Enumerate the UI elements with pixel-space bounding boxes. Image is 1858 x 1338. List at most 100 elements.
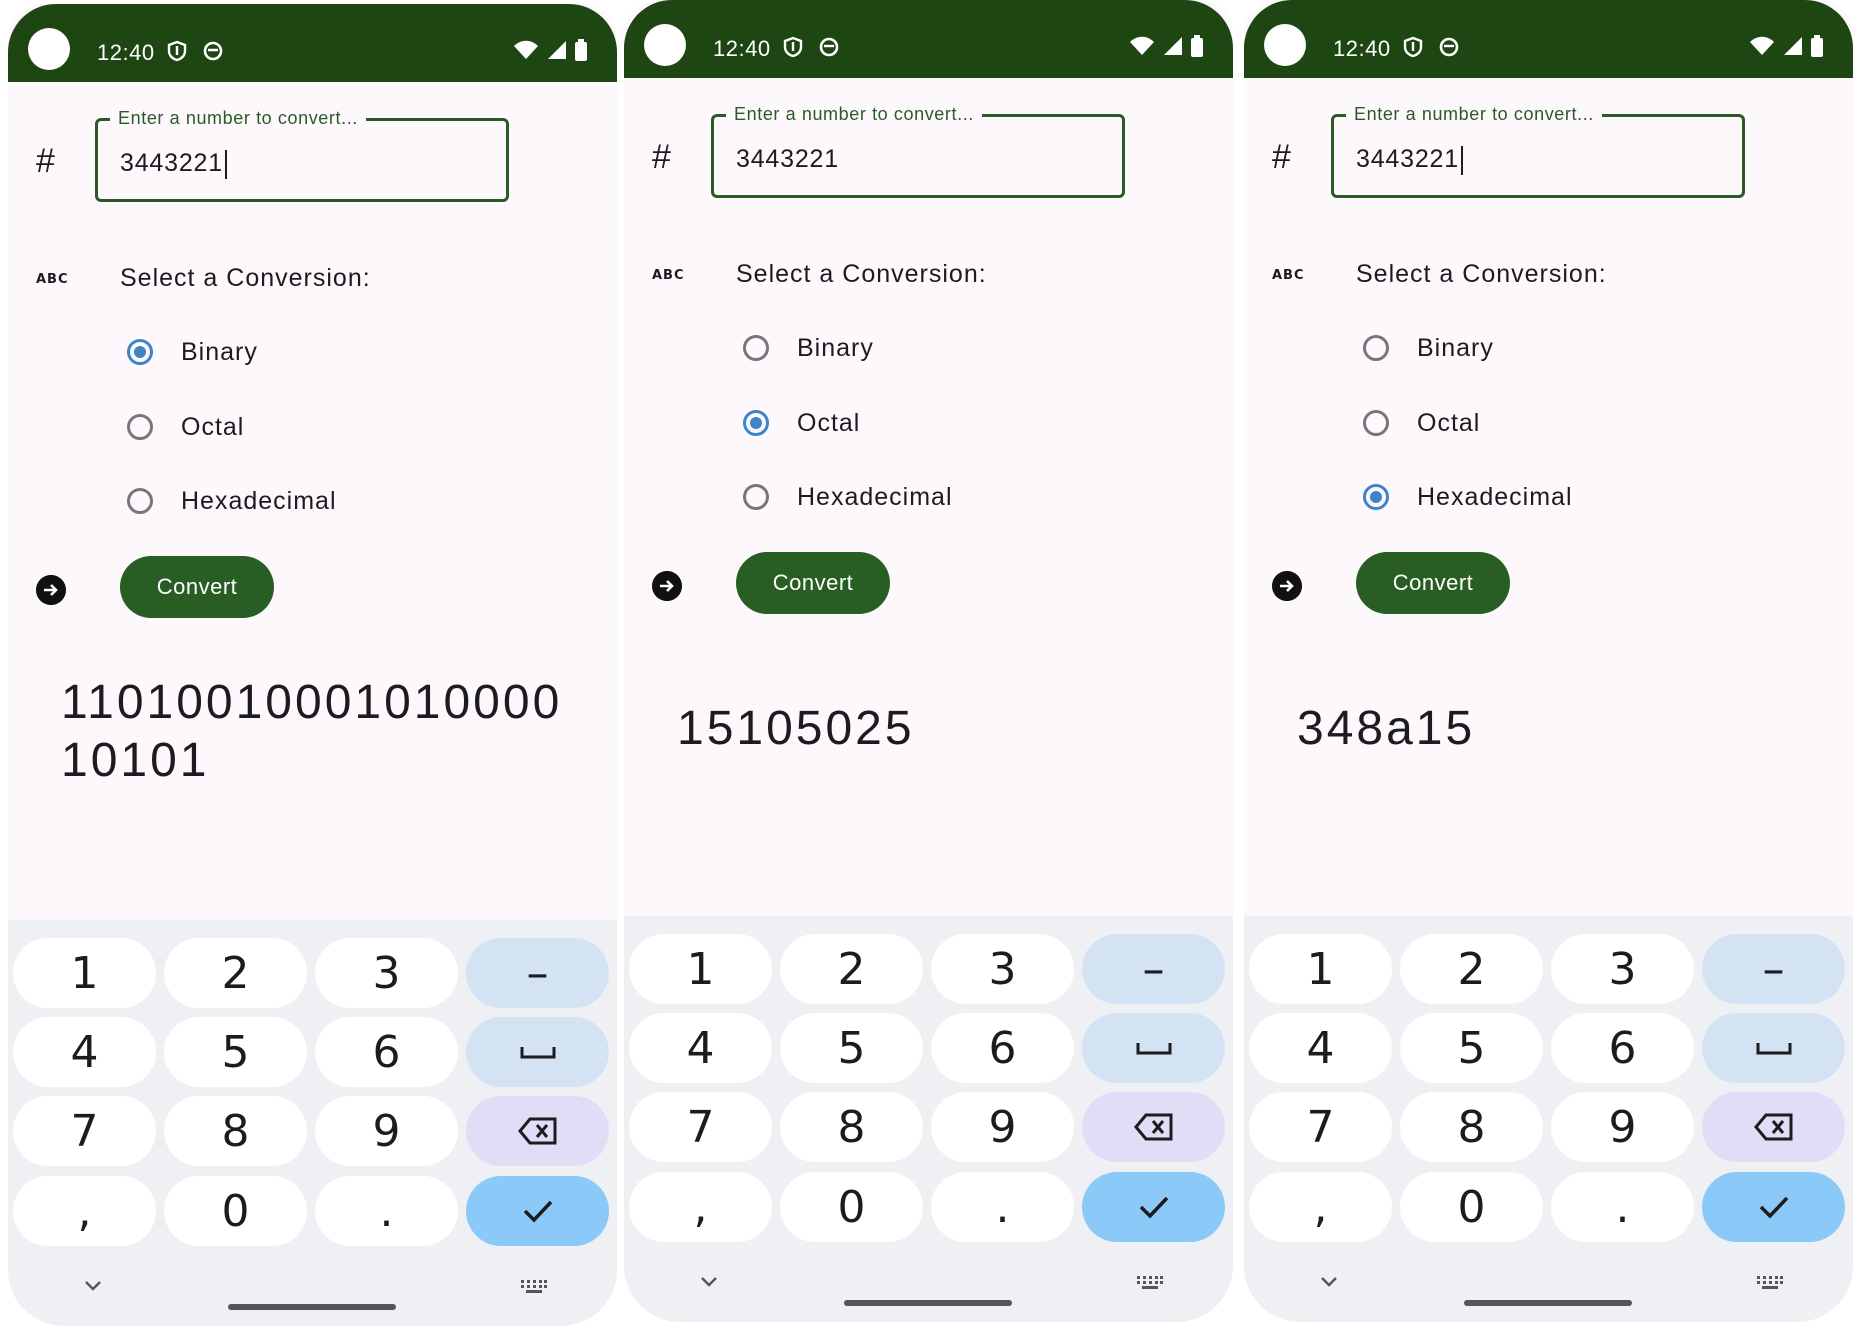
key-comma[interactable]: , (629, 1172, 772, 1242)
key-9[interactable]: 9 (931, 1092, 1074, 1162)
key-1[interactable]: 1 (629, 934, 772, 1004)
key-6[interactable]: 6 (931, 1013, 1074, 1083)
radio-binary[interactable] (127, 339, 153, 365)
option-octal[interactable]: Octal (127, 409, 244, 445)
key-8[interactable]: 8 (164, 1096, 307, 1166)
key-backspace[interactable] (1082, 1092, 1225, 1162)
key-space[interactable] (1702, 1013, 1845, 1083)
convert-button[interactable]: Convert (736, 552, 890, 614)
key-3[interactable]: 3 (315, 938, 458, 1008)
option-label: Hexadecimal (1417, 482, 1573, 511)
key-5[interactable]: 5 (164, 1017, 307, 1087)
key-7[interactable]: 7 (629, 1092, 772, 1162)
key-4[interactable]: 4 (629, 1013, 772, 1083)
phone-screen-hexadecimal: 12:40 # Enter a number to convert... 344… (1244, 0, 1853, 1322)
key-space[interactable] (1082, 1013, 1225, 1083)
radio-hexadecimal[interactable] (743, 484, 769, 510)
text-caret (1460, 145, 1463, 175)
option-binary[interactable]: Binary (1363, 330, 1494, 366)
key-6[interactable]: 6 (1551, 1013, 1694, 1083)
key-minus[interactable]: – (1082, 934, 1225, 1004)
chevron-down-icon[interactable] (84, 1280, 102, 1292)
key-done[interactable] (1702, 1172, 1845, 1242)
key-backspace[interactable] (466, 1096, 609, 1166)
check-icon (523, 1200, 552, 1223)
option-hexadecimal[interactable]: Hexadecimal (1363, 479, 1573, 515)
convert-button[interactable]: Convert (1356, 552, 1510, 614)
convert-button[interactable]: Convert (120, 556, 274, 618)
shield-icon (783, 36, 803, 58)
key-5[interactable]: 5 (780, 1013, 923, 1083)
radio-hexadecimal[interactable] (127, 488, 153, 514)
phone-screen-binary: 12:40 # Enter a number to convert... 344… (8, 4, 617, 1326)
option-hexadecimal[interactable]: Hexadecimal (127, 483, 337, 519)
radio-binary[interactable] (1363, 335, 1389, 361)
key-9[interactable]: 9 (1551, 1092, 1694, 1162)
key-0[interactable]: 0 (1400, 1172, 1543, 1242)
key-backspace[interactable] (1702, 1092, 1845, 1162)
key-8[interactable]: 8 (1400, 1092, 1543, 1162)
number-input-value: 3443221 (1356, 145, 1459, 173)
radio-hexadecimal[interactable] (1363, 484, 1389, 510)
key-1[interactable]: 1 (1249, 934, 1392, 1004)
key-minus[interactable]: – (1702, 934, 1845, 1004)
key-3[interactable]: 3 (931, 934, 1074, 1004)
option-label: Binary (181, 337, 258, 366)
radio-binary[interactable] (743, 335, 769, 361)
result-text: 15105025 (677, 702, 915, 755)
key-0[interactable]: 0 (164, 1176, 307, 1246)
key-1[interactable]: 1 (13, 938, 156, 1008)
number-input[interactable]: Enter a number to convert... 3443221 (711, 104, 1125, 198)
option-octal[interactable]: Octal (1363, 405, 1480, 441)
key-minus[interactable]: – (466, 938, 609, 1008)
keyboard-icon[interactable] (1137, 1276, 1163, 1290)
key-3[interactable]: 3 (1551, 934, 1694, 1004)
result-text: 11010010001010000 10101 (61, 676, 563, 787)
key-period[interactable]: . (315, 1176, 458, 1246)
key-done[interactable] (1082, 1172, 1225, 1242)
option-binary[interactable]: Binary (127, 334, 258, 370)
key-4[interactable]: 4 (13, 1017, 156, 1087)
key-period[interactable]: . (931, 1172, 1074, 1242)
phone-screen-octal: 12:40 # Enter a number to convert... 344… (624, 0, 1233, 1322)
key-2[interactable]: 2 (780, 934, 923, 1004)
status-bar: 12:40 (8, 4, 617, 82)
home-indicator[interactable] (1464, 1300, 1632, 1306)
keyboard-icon[interactable] (1757, 1276, 1783, 1290)
radio-octal[interactable] (1363, 410, 1389, 436)
key-9[interactable]: 9 (315, 1096, 458, 1166)
chevron-down-icon[interactable] (1320, 1276, 1338, 1288)
key-done[interactable] (466, 1176, 609, 1246)
key-comma[interactable]: , (1249, 1172, 1392, 1242)
home-indicator[interactable] (228, 1304, 396, 1310)
hash-icon: # (652, 138, 671, 176)
option-binary[interactable]: Binary (743, 330, 874, 366)
home-indicator[interactable] (844, 1300, 1012, 1306)
keyboard-icon[interactable] (521, 1280, 547, 1294)
radio-octal[interactable] (743, 410, 769, 436)
key-0[interactable]: 0 (780, 1172, 923, 1242)
signal-icon (1784, 37, 1802, 55)
number-input[interactable]: Enter a number to convert... 3443221 (1331, 104, 1745, 198)
key-4[interactable]: 4 (1249, 1013, 1392, 1083)
key-7[interactable]: 7 (13, 1096, 156, 1166)
key-7[interactable]: 7 (1249, 1092, 1392, 1162)
key-6[interactable]: 6 (315, 1017, 458, 1087)
numeric-keyboard: 1 2 3 – 4 5 6 7 8 9 , 0 . (8, 920, 617, 1326)
backspace-icon (1133, 1113, 1172, 1141)
key-8[interactable]: 8 (780, 1092, 923, 1162)
camera-cutout (1264, 24, 1306, 66)
status-time: 12:40 (713, 36, 771, 61)
chevron-down-icon[interactable] (700, 1276, 718, 1288)
option-octal[interactable]: Octal (743, 405, 860, 441)
key-comma[interactable]: , (13, 1176, 156, 1246)
radio-octal[interactable] (127, 414, 153, 440)
key-2[interactable]: 2 (164, 938, 307, 1008)
key-period[interactable]: . (1551, 1172, 1694, 1242)
key-2[interactable]: 2 (1400, 934, 1543, 1004)
key-5[interactable]: 5 (1400, 1013, 1543, 1083)
space-icon (520, 1047, 555, 1059)
number-input[interactable]: Enter a number to convert... 3443221 (95, 108, 509, 202)
option-hexadecimal[interactable]: Hexadecimal (743, 479, 953, 515)
key-space[interactable] (466, 1017, 609, 1087)
